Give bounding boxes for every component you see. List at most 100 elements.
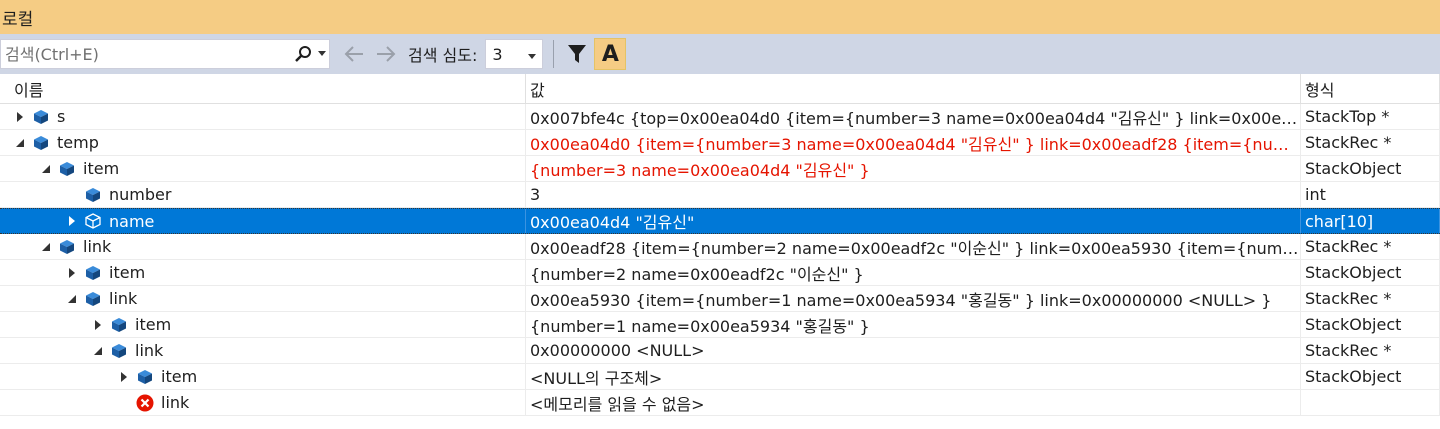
variable-value: <NULL의 구조체> (530, 368, 663, 388)
variable-name-cell[interactable]: link (0, 338, 526, 363)
variable-value: 0x00eadf28 {item={number=2 name=0x00eadf… (530, 238, 1300, 258)
error-icon (136, 394, 154, 412)
variable-row[interactable]: link <메모리를 읽을 수 없음> (0, 390, 1440, 416)
variable-name: link (135, 341, 164, 360)
search-depth-dropdown[interactable]: 3 (485, 39, 544, 69)
variable-value: 0x00ea5930 {item={number=1 name=0x00ea59… (530, 290, 1272, 310)
variable-name-cell[interactable]: temp (0, 130, 526, 155)
collapse-arrow-icon[interactable] (12, 135, 28, 151)
collapse-arrow-icon[interactable] (64, 291, 80, 307)
collapse-arrow-icon[interactable] (38, 239, 54, 255)
back-arrow-icon[interactable] (338, 39, 370, 69)
variable-type-cell: StackObject (1301, 312, 1440, 337)
variable-name-cell[interactable]: name (0, 209, 526, 233)
column-header-value[interactable]: 값 (526, 74, 1301, 103)
cube-icon (32, 134, 50, 152)
variable-row[interactable]: temp 0x00ea04d0 {item={number=3 name=0x00… (0, 130, 1440, 156)
column-header-type[interactable]: 형식 (1301, 74, 1440, 103)
variable-row[interactable]: item {number=3 name=0x00ea04d4 "김유신" } Sta… (0, 156, 1440, 182)
variable-value: <메모리를 읽을 수 없음> (530, 394, 705, 414)
variable-name: temp (57, 133, 99, 152)
variable-type-cell: int (1301, 182, 1440, 207)
search-box[interactable] (0, 39, 330, 69)
variable-row[interactable]: link 0x00000000 <NULL> StackRec * (0, 338, 1440, 364)
variable-name: link (109, 289, 138, 308)
variable-row[interactable]: item <NULL의 구조체> StackObject (0, 364, 1440, 390)
variable-row[interactable]: item {number=2 name=0x00eadf2c "이순신" } Sta… (0, 260, 1440, 286)
variable-type-cell: StackObject (1301, 364, 1440, 389)
cube-icon (110, 316, 128, 334)
variable-name-cell[interactable]: number (0, 182, 526, 207)
search-depth-value: 3 (492, 44, 503, 64)
variable-value-cell[interactable]: {number=1 name=0x00ea5934 "홍길동" } (526, 312, 1301, 337)
variable-type-cell: StackObject (1301, 260, 1440, 285)
variable-value-cell[interactable]: {number=3 name=0x00ea04d4 "김유신" } (526, 156, 1301, 181)
variable-value-cell[interactable]: 3 (526, 182, 1301, 207)
variable-row[interactable]: name 0x00ea04d4 "김유신" char[10] (0, 208, 1440, 234)
variable-row[interactable]: link 0x00ea5930 {item={number=1 name=0x00… (0, 286, 1440, 312)
variable-name-cell[interactable]: item (0, 156, 526, 181)
filter-a-toggle-button[interactable]: A (594, 38, 627, 70)
chevron-down-icon (528, 45, 537, 64)
expand-arrow-icon[interactable] (64, 265, 80, 281)
variable-name-cell[interactable]: link (0, 390, 526, 415)
expand-arrow-icon[interactable] (116, 369, 132, 385)
variable-value-cell[interactable]: 0x00eadf28 {item={number=2 name=0x00eadf… (526, 234, 1301, 259)
variable-row[interactable]: item {number=1 name=0x00ea5934 "홍길동" } Sta… (0, 312, 1440, 338)
variable-value: {number=3 name=0x00ea04d4 "김유신" } (530, 160, 870, 180)
cube-icon (136, 368, 154, 386)
variable-value-cell[interactable]: 0x007bfe4c {top=0x00ea04d0 {item={number… (526, 104, 1301, 129)
collapse-arrow-icon[interactable] (38, 161, 54, 177)
variable-type-cell: StackRec * (1301, 234, 1440, 259)
variable-value-cell[interactable]: 0x00ea5930 {item={number=1 name=0x00ea59… (526, 286, 1301, 311)
variable-row[interactable]: link 0x00eadf28 {item={number=2 name=0x00… (0, 234, 1440, 260)
variable-name: item (109, 263, 146, 282)
variable-name-cell[interactable]: link (0, 234, 526, 259)
window-title-bar: 로컬 (0, 0, 1440, 34)
variable-value: 0x007bfe4c {top=0x00ea04d0 {item={number… (530, 108, 1300, 128)
variable-name-cell[interactable]: s (0, 104, 526, 129)
column-header-row: 이름 값 형식 (0, 74, 1440, 104)
variable-name-cell[interactable]: item (0, 260, 526, 285)
variable-row[interactable]: s 0x007bfe4c {top=0x00ea04d0 {item={numbe… (0, 104, 1440, 130)
variable-name: name (109, 211, 155, 231)
search-input[interactable] (1, 43, 291, 65)
cube-icon (58, 238, 76, 256)
expand-arrow-icon[interactable] (90, 317, 106, 333)
forward-arrow-icon[interactable] (370, 39, 402, 69)
chevron-down-icon[interactable] (315, 40, 329, 68)
variable-name: link (161, 393, 190, 412)
variable-name-cell[interactable]: link (0, 286, 526, 311)
variable-name: number (109, 185, 172, 204)
variable-name-cell[interactable]: item (0, 312, 526, 337)
variable-name-cell[interactable]: item (0, 364, 526, 389)
variable-rows: s 0x007bfe4c {top=0x00ea04d0 {item={numbe… (0, 104, 1440, 416)
variable-value-cell[interactable]: <메모리를 읽을 수 없음> (526, 390, 1301, 415)
variable-value: {number=2 name=0x00eadf2c "이순신" } (530, 264, 864, 284)
variable-type-cell: StackRec * (1301, 130, 1440, 155)
variable-value: 3 (530, 185, 541, 204)
cube-icon (84, 212, 102, 230)
variable-value-cell[interactable]: 0x00ea04d0 {item={number=3 name=0x00ea04… (526, 130, 1301, 155)
variable-value: 0x00000000 <NULL> (530, 341, 705, 360)
variable-value-cell[interactable]: <NULL의 구조체> (526, 364, 1301, 389)
window-title: 로컬 (2, 9, 34, 30)
variable-value-cell[interactable]: 0x00ea04d4 "김유신" (526, 209, 1301, 233)
variable-row[interactable]: number 3 int (0, 182, 1440, 208)
variable-type-cell: StackRec * (1301, 286, 1440, 311)
search-depth-label: 검색 심도: (408, 46, 478, 65)
toolbar-separator (553, 40, 555, 68)
expand-arrow-icon[interactable] (64, 213, 80, 229)
cube-icon (84, 290, 102, 308)
variable-type-cell: StackTop * (1301, 104, 1440, 129)
variable-value-cell[interactable]: {number=2 name=0x00eadf2c "이순신" } (526, 260, 1301, 285)
search-icon[interactable] (291, 40, 315, 68)
collapse-arrow-icon[interactable] (90, 343, 106, 359)
variable-value: 0x00ea04d0 {item={number=3 name=0x00ea04… (530, 134, 1300, 154)
variable-value-cell[interactable]: 0x00000000 <NULL> (526, 338, 1301, 363)
filter-icon[interactable] (564, 39, 590, 69)
expand-arrow-icon[interactable] (12, 109, 28, 125)
column-header-name[interactable]: 이름 (0, 74, 526, 103)
